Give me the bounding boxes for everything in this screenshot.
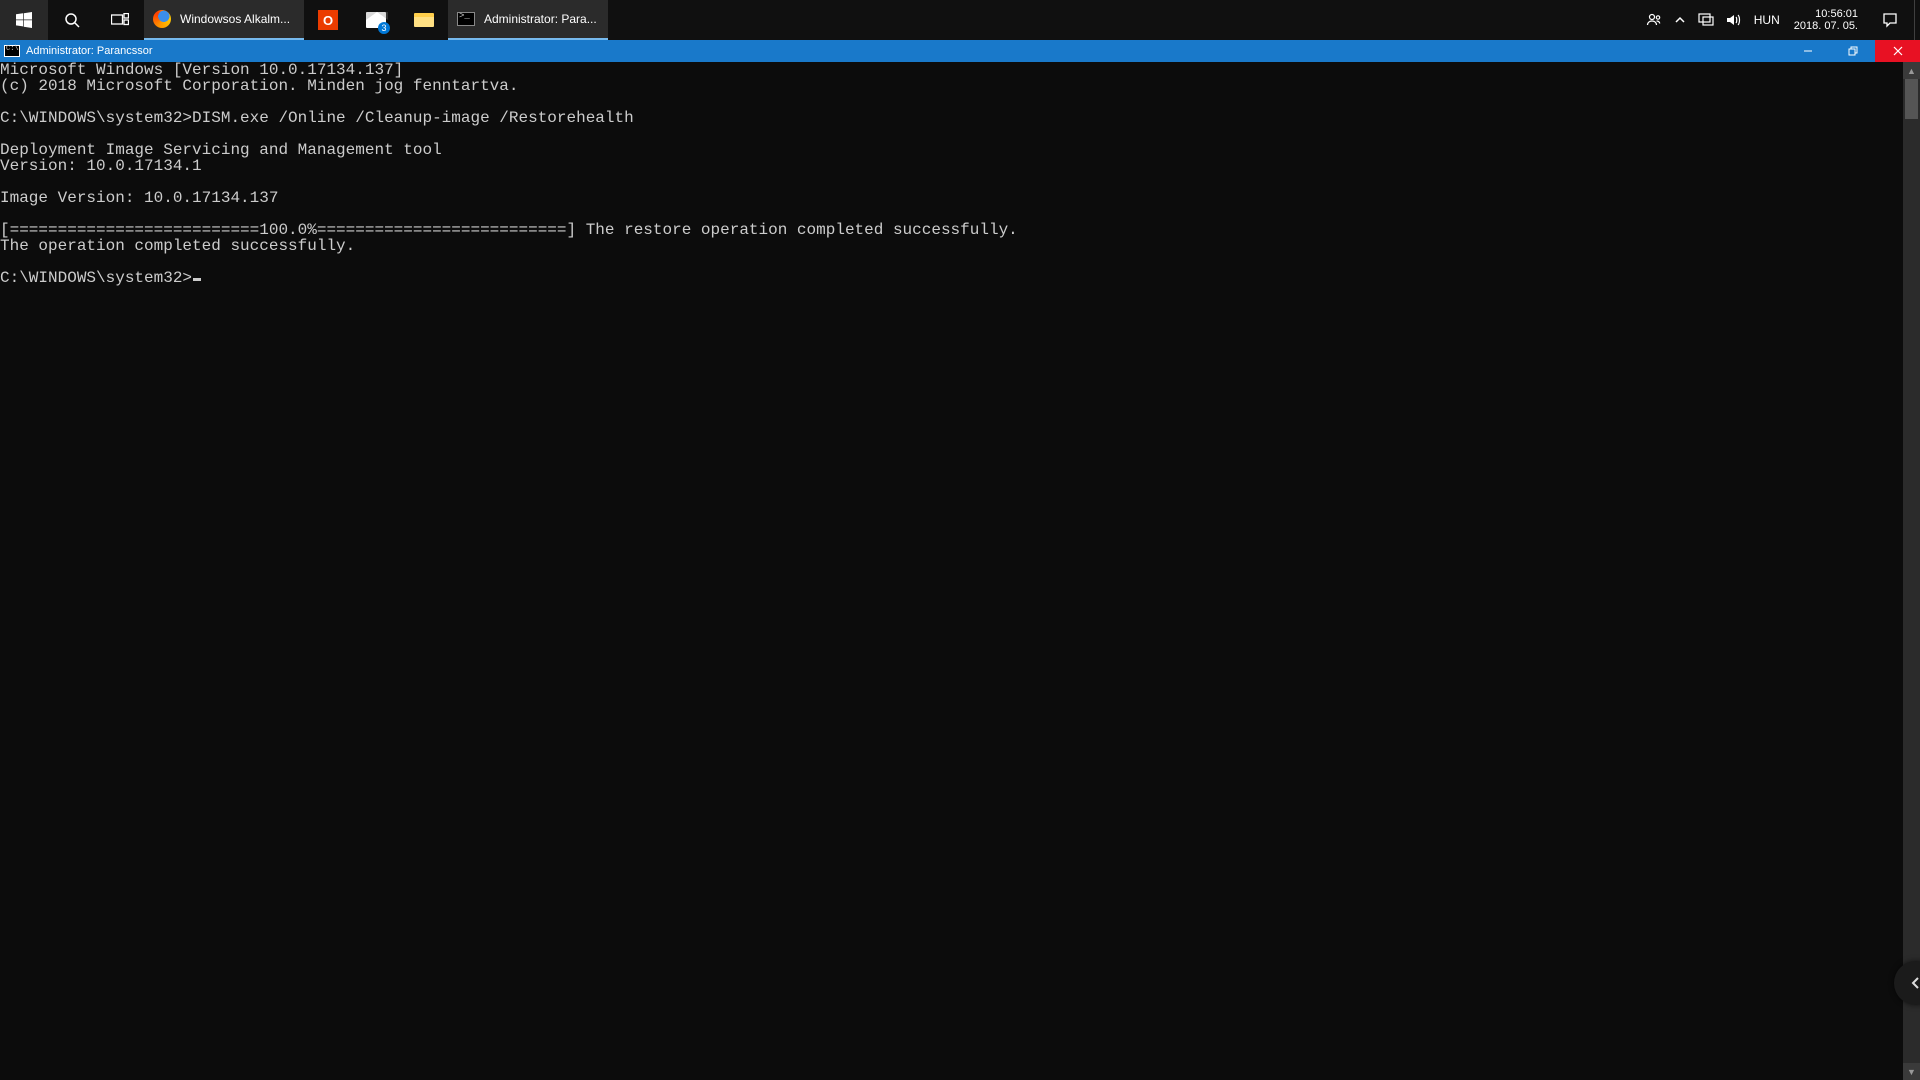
restore-icon: [1848, 46, 1858, 56]
cmd-titlebar-icon: [4, 45, 20, 57]
chevron-up-icon: [1674, 14, 1686, 26]
window-controls: [1785, 40, 1920, 62]
cmd-icon: [456, 9, 476, 29]
chevron-left-icon: [1908, 975, 1920, 991]
taskbar-app-mail[interactable]: 3: [352, 0, 400, 40]
language-label: HUN: [1754, 13, 1780, 27]
clock-date: 2018. 07. 05.: [1794, 20, 1858, 32]
tray-clock[interactable]: 10:56:01 2018. 07. 05.: [1786, 0, 1866, 40]
volume-icon: [1726, 13, 1742, 27]
action-center-button[interactable]: [1866, 0, 1914, 40]
file-explorer-icon: [414, 10, 434, 30]
clock-time: 10:56:01: [1815, 8, 1858, 20]
taskbar-app-explorer[interactable]: [400, 0, 448, 40]
people-icon: [1646, 12, 1662, 28]
text-cursor: [193, 278, 201, 281]
system-tray: HUN 10:56:01 2018. 07. 05.: [1640, 0, 1920, 40]
task-view-icon: [111, 13, 129, 27]
console-area: Microsoft Windows [Version 10.0.17134.13…: [0, 62, 1920, 1080]
close-button[interactable]: [1875, 40, 1920, 62]
minimize-icon: [1803, 46, 1813, 56]
close-icon: [1893, 46, 1903, 56]
taskbar-app-label: Administrator: Para...: [484, 12, 600, 26]
start-button[interactable]: [0, 0, 48, 40]
task-view-button[interactable]: [96, 0, 144, 40]
taskbar-app-label: Windowsos Alkalm...: [180, 12, 296, 26]
scrollbar-track[interactable]: [1903, 79, 1920, 1063]
tray-language-button[interactable]: HUN: [1748, 0, 1786, 40]
taskbar-app-firefox[interactable]: Windowsos Alkalm...: [144, 0, 304, 40]
console-output[interactable]: Microsoft Windows [Version 10.0.17134.13…: [0, 62, 1903, 1080]
scroll-down-button[interactable]: ▼: [1903, 1063, 1920, 1080]
window-title: Administrator: Parancssor: [26, 45, 1785, 57]
taskbar-app-cmd[interactable]: Administrator: Para...: [448, 0, 608, 40]
tray-project-button[interactable]: [1692, 0, 1720, 40]
mail-badge: 3: [378, 22, 390, 34]
search-button[interactable]: [48, 0, 96, 40]
project-icon: [1698, 13, 1714, 27]
tray-volume-button[interactable]: [1720, 0, 1748, 40]
firefox-icon: [152, 9, 172, 29]
titlebar[interactable]: Administrator: Parancssor: [0, 40, 1920, 62]
taskbar-spacer: [608, 0, 1640, 40]
search-icon: [64, 12, 80, 28]
people-button[interactable]: [1640, 0, 1668, 40]
scrollbar-thumb[interactable]: [1905, 79, 1918, 119]
scroll-up-button[interactable]: ▲: [1903, 62, 1920, 79]
cmd-window: Administrator: Parancssor Microsoft Wind…: [0, 40, 1920, 1080]
mail-icon: 3: [366, 10, 386, 30]
notification-icon: [1882, 12, 1898, 28]
tray-overflow-button[interactable]: [1668, 0, 1692, 40]
taskbar-app-office[interactable]: O: [304, 0, 352, 40]
show-desktop-button[interactable]: [1914, 0, 1920, 40]
taskbar: Windowsos Alkalm... O 3 Administrator: P…: [0, 0, 1920, 40]
vertical-scrollbar[interactable]: ▲ ▼: [1903, 62, 1920, 1080]
windows-logo-icon: [16, 12, 32, 28]
maximize-button[interactable]: [1830, 40, 1875, 62]
office-icon: O: [318, 10, 338, 30]
minimize-button[interactable]: [1785, 40, 1830, 62]
